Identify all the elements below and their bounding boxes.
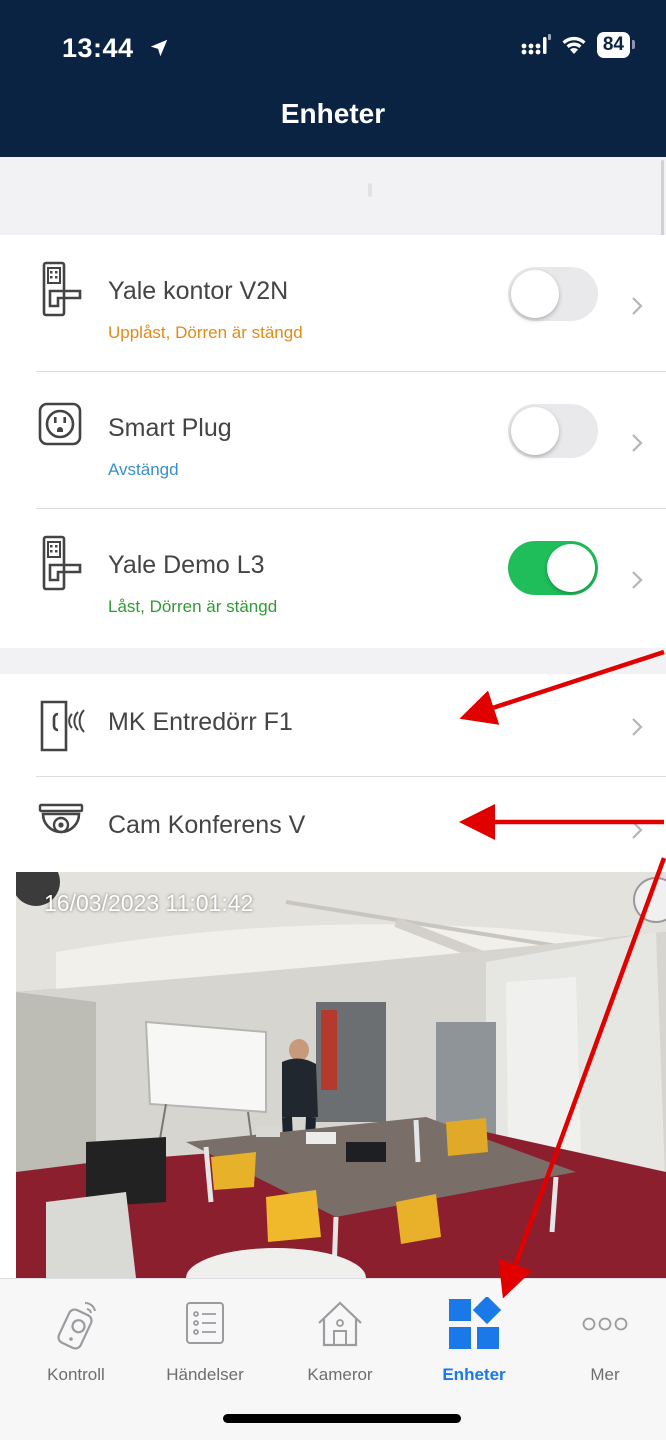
page-title: Enheter	[280, 98, 386, 129]
door-reader-icon	[40, 700, 85, 752]
device-name: Yale Demo L3	[108, 551, 265, 579]
door-lock-icon	[42, 535, 82, 591]
chevron-right-icon	[632, 718, 643, 736]
tab-label: Enheter	[442, 1365, 506, 1384]
tab-enheter[interactable]: Enheter	[419, 1297, 529, 1385]
remote-control-icon	[57, 1301, 96, 1350]
camera-image	[16, 872, 666, 1278]
battery-indicator: 84	[596, 32, 636, 58]
device-row-smart-plug[interactable]: Smart Plug Avstängd	[0, 372, 666, 509]
more-dots-icon	[582, 1317, 628, 1331]
devices-grid-icon	[449, 1297, 501, 1349]
chevron-right-icon	[632, 434, 643, 452]
tab-label: Mer	[590, 1365, 620, 1384]
section-spacer	[0, 648, 666, 674]
section-spacer	[0, 157, 666, 235]
cellular-signal-icon	[521, 34, 551, 55]
device-status: Upplåst, Dörren är stängd	[108, 323, 303, 342]
home-indicator	[223, 1414, 461, 1423]
device-toggle[interactable]	[508, 541, 598, 595]
status-time: 13:44	[62, 33, 170, 64]
location-arrow-icon	[150, 39, 167, 57]
event-list-icon	[186, 1302, 224, 1344]
device-status: Avstängd	[108, 460, 179, 479]
device-name: Yale kontor V2N	[108, 277, 289, 305]
device-toggle[interactable]	[508, 267, 598, 321]
status-icons: 84	[521, 32, 636, 58]
dome-camera-icon	[38, 803, 84, 834]
device-row-yale-kontor[interactable]: Yale kontor V2N Upplåst, Dörren är stäng…	[0, 235, 666, 372]
tab-label: Kameror	[307, 1365, 373, 1384]
tab-label: Kontroll	[47, 1365, 105, 1384]
tab-kameror[interactable]: Kameror	[285, 1297, 395, 1385]
camera-preview[interactable]: 16/03/2023 11:01:42	[16, 872, 666, 1278]
header: 13:44 84 Enheter	[0, 0, 666, 157]
tab-mer[interactable]: Mer	[550, 1297, 660, 1385]
smart-plug-icon	[38, 402, 82, 446]
tab-label: Händelser	[166, 1365, 244, 1384]
device-row-mk-entredorr[interactable]: MK Entredörr F1	[0, 674, 666, 777]
device-name: Cam Konferens V	[108, 811, 306, 839]
house-icon	[318, 1301, 362, 1347]
device-name: MK Entredörr F1	[108, 708, 293, 736]
status-time-text: 13:44	[62, 33, 134, 63]
device-row-cam-konferens[interactable]: Cam Konferens V	[0, 777, 666, 872]
chevron-right-icon	[632, 571, 643, 589]
tab-kontroll[interactable]: Kontroll	[21, 1297, 131, 1385]
camera-timestamp: 16/03/2023 11:01:42	[44, 890, 254, 916]
wifi-icon	[562, 36, 586, 54]
chevron-right-icon	[632, 821, 643, 839]
device-name: Smart Plug	[108, 414, 232, 442]
tab-handelser[interactable]: Händelser	[150, 1297, 260, 1385]
device-row-yale-demo[interactable]: Yale Demo L3 Låst, Dörren är stängd	[0, 509, 666, 648]
device-toggle[interactable]	[508, 404, 598, 458]
chevron-right-icon	[632, 297, 643, 315]
device-status: Låst, Dörren är stängd	[108, 597, 278, 616]
door-lock-icon	[42, 261, 82, 317]
